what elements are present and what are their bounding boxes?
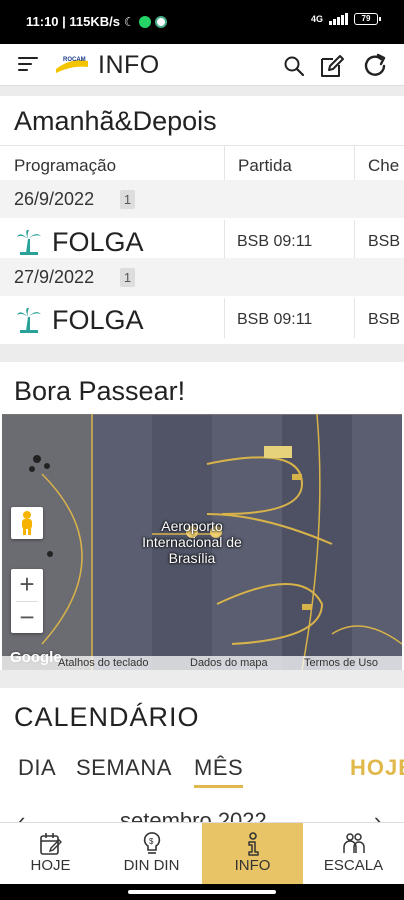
- zoom-out-button[interactable]: −: [11, 602, 43, 634]
- table-row[interactable]: FOLGA BSB 09:11 BSB: [0, 220, 404, 260]
- palm-tree-icon: [17, 307, 41, 333]
- battery-icon: 79: [354, 13, 381, 25]
- info-icon: [247, 832, 259, 856]
- event-name: FOLGA: [52, 227, 144, 257]
- zoom-controls: + −: [11, 569, 43, 633]
- column-partida: Partida: [238, 156, 292, 175]
- people-schedule-icon: [342, 833, 365, 853]
- nav-label: INFO: [234, 857, 271, 874]
- nav-hoje[interactable]: HOJE: [0, 823, 101, 885]
- app-logo: ROCAM: [56, 57, 88, 73]
- map-card: Bora Passear! + − Aeroporto Internaciona…: [0, 362, 404, 670]
- calendar-view-tabs: DIA SEMANA MÊS HOJE: [0, 755, 404, 791]
- event-arrival: BSB: [368, 233, 401, 250]
- map-place-label[interactable]: Aeroporto Internacional de Brasília: [132, 518, 252, 566]
- event-arrival: BSB: [368, 311, 401, 328]
- page-title: INFO: [98, 51, 160, 79]
- menu-icon[interactable]: [18, 57, 38, 73]
- keyboard-shortcuts-link[interactable]: Atalhos do teclado: [58, 657, 149, 669]
- zoom-in-button[interactable]: +: [11, 569, 43, 601]
- calendar-title: CALENDÁRIO: [14, 702, 200, 732]
- calendar-edit-icon: [39, 833, 62, 855]
- map-title: Bora Passear!: [14, 376, 186, 406]
- nav-label: ESCALA: [323, 857, 384, 874]
- app-bar: ROCAM INFO: [0, 44, 404, 86]
- calendar-card: CALENDÁRIO DIA SEMANA MÊS HOJE ‹ setembr…: [0, 688, 404, 828]
- nav-label: HOJE: [30, 857, 71, 874]
- day-date: 27/9/2022: [14, 267, 95, 287]
- table-row[interactable]: FOLGA BSB 09:11 BSB: [0, 298, 404, 338]
- gesture-bar: [0, 884, 404, 900]
- status-bar: 11:10 | 115KB/s ☾ 4G 79: [0, 0, 404, 44]
- nav-label: DIN DIN: [123, 857, 180, 874]
- day-count-badge: 1: [120, 268, 135, 287]
- moon-icon: ☾: [123, 14, 135, 29]
- svg-text:ROCAM: ROCAM: [63, 57, 86, 63]
- day-date: 26/9/2022: [14, 189, 95, 209]
- tab-mes[interactable]: MÊS: [194, 755, 244, 788]
- map-data-link[interactable]: Dados do mapa: [190, 657, 268, 669]
- tab-dia[interactable]: DIA: [18, 755, 56, 781]
- event-departure: BSB 09:11: [237, 233, 313, 250]
- upcoming-card: Amanhã&Depois Programação Partida Che 26…: [0, 96, 404, 344]
- terms-link[interactable]: Termos de Uso: [304, 657, 378, 669]
- street-view-pegman[interactable]: [11, 507, 43, 539]
- day-group-header: 26/9/2022 1: [0, 180, 404, 218]
- map-footer: Atalhos do teclado Dados do mapa Termos …: [2, 656, 402, 670]
- upcoming-title: Amanhã&Depois: [14, 106, 217, 136]
- column-chegada: Che: [368, 156, 400, 175]
- nav-escala[interactable]: ESCALA: [303, 823, 404, 885]
- svg-text:$: $: [149, 837, 154, 846]
- table-header: Programação Partida Che: [0, 145, 404, 180]
- pegman-icon: [22, 511, 32, 535]
- nav-dindin[interactable]: $ DIN DIN: [101, 823, 202, 885]
- signal-icon: [329, 13, 348, 25]
- day-group-header: 27/9/2022 1: [0, 258, 404, 296]
- status-time-speed: 11:10 | 115KB/s: [26, 14, 120, 29]
- day-count-badge: 1: [120, 190, 135, 209]
- event-name: FOLGA: [52, 305, 144, 335]
- tab-semana[interactable]: SEMANA: [76, 755, 172, 781]
- search-icon[interactable]: [280, 52, 308, 80]
- event-departure: BSB 09:11: [237, 311, 313, 328]
- column-programacao: Programação: [14, 156, 117, 175]
- money-bulb-icon: $: [143, 832, 160, 854]
- network-4g-icon: 4G: [310, 14, 323, 24]
- palm-tree-icon: [17, 229, 41, 255]
- map-view[interactable]: + − Aeroporto Internacional de Brasília …: [2, 414, 402, 670]
- app-notification-icon: [154, 15, 167, 28]
- nav-info[interactable]: INFO: [202, 823, 303, 885]
- edit-icon[interactable]: [318, 52, 346, 80]
- bottom-navigation: HOJE $ DIN DIN INFO ESCALA: [0, 822, 404, 885]
- whatsapp-icon: [138, 15, 151, 28]
- today-button[interactable]: HOJE: [350, 755, 404, 781]
- home-indicator[interactable]: [128, 890, 276, 894]
- refresh-icon[interactable]: [362, 52, 390, 80]
